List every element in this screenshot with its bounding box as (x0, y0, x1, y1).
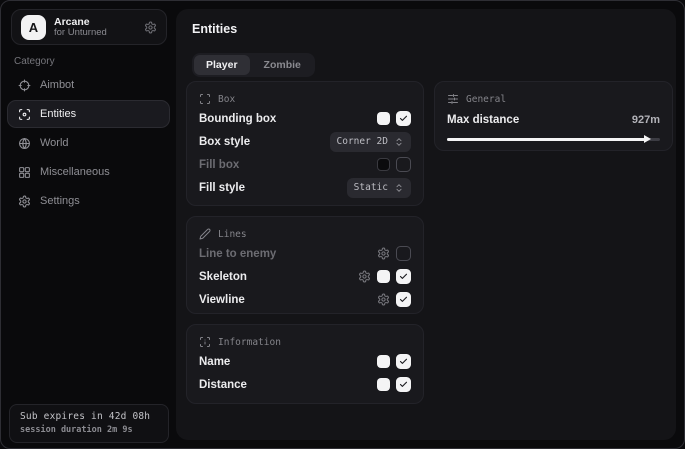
app-window: A Arcane for Unturned Category Aimbot En… (0, 0, 685, 449)
info-scan-icon (199, 336, 211, 348)
brand-settings-button[interactable] (144, 21, 157, 34)
check-icon (399, 357, 408, 366)
session-duration-text: session duration 2m 9s (20, 425, 158, 435)
setting-label: Line to enemy (199, 248, 276, 260)
card-title: Information (218, 337, 281, 348)
sidebar-item-label: Miscellaneous (40, 166, 110, 178)
sliders-icon (447, 93, 459, 105)
sidebar-item-label: Entities (40, 108, 76, 120)
sub-expiry-text: Sub expires in 42d 08h (20, 411, 158, 422)
setting-row: Viewline (199, 288, 411, 311)
checkbox[interactable] (396, 246, 411, 261)
fill-style-dropdown[interactable]: Static (347, 178, 411, 198)
chevrons-up-down-icon (394, 183, 404, 193)
sidebar-nav: Aimbot Entities World Miscellaneous Sett… (7, 71, 170, 215)
setting-label: Fill box (199, 159, 239, 171)
gear-icon (18, 195, 31, 208)
sidebar-item-settings[interactable]: Settings (7, 187, 170, 215)
gear-icon (144, 21, 157, 34)
sidebar-item-label: Aimbot (40, 79, 74, 91)
checkbox[interactable] (396, 157, 411, 172)
sidebar-item-label: World (40, 137, 69, 149)
setting-row: Fill box (199, 153, 411, 176)
pencil-icon (199, 228, 211, 240)
setting-label: Skeleton (199, 271, 247, 283)
sidebar-item-entities[interactable]: Entities (7, 100, 170, 128)
sidebar-item-label: Settings (40, 195, 80, 207)
brand-card: A Arcane for Unturned (11, 9, 167, 45)
checkbox[interactable] (396, 292, 411, 307)
checkbox[interactable] (396, 111, 411, 126)
lines-card: Lines Line to enemy Skeleton Viewline (186, 216, 424, 314)
page-title: Entities (192, 22, 237, 36)
row-settings-button[interactable] (377, 247, 390, 260)
sidebar: A Arcane for Unturned Category Aimbot En… (1, 1, 176, 448)
setting-label: Name (199, 356, 230, 368)
gear-icon (377, 293, 390, 306)
setting-label: Fill style (199, 182, 245, 194)
card-title: General (466, 94, 506, 105)
setting-row: Line to enemy (199, 242, 411, 265)
checkbox[interactable] (396, 269, 411, 284)
row-settings-button[interactable] (377, 293, 390, 306)
sidebar-item-aimbot[interactable]: Aimbot (7, 71, 170, 99)
box-scan-icon (199, 93, 211, 105)
color-swatch[interactable] (377, 158, 390, 171)
check-icon (399, 295, 408, 304)
check-icon (399, 272, 408, 281)
setting-label: Box style (199, 136, 250, 148)
color-swatch[interactable] (377, 270, 390, 283)
chevrons-up-down-icon (394, 137, 404, 147)
entity-type-tabs: Player Zombie (192, 53, 315, 77)
globe-icon (18, 137, 31, 150)
brand-name: Arcane (54, 16, 136, 28)
checkbox[interactable] (396, 377, 411, 392)
general-card: General Max distance 927m (434, 81, 673, 151)
entities-icon (18, 108, 31, 121)
setting-row: Skeleton (199, 265, 411, 288)
box-card: Box Bounding box Box style Corner 2D (186, 81, 424, 206)
checkbox[interactable] (396, 354, 411, 369)
max-distance-label: Max distance (447, 114, 519, 126)
color-swatch[interactable] (377, 355, 390, 368)
dropdown-value: Corner 2D (337, 136, 388, 147)
sidebar-item-miscellaneous[interactable]: Miscellaneous (7, 158, 170, 186)
grid-icon (18, 166, 31, 179)
setting-row: Box style Corner 2D (199, 130, 411, 153)
slider-fill-and-thumb[interactable] (447, 138, 645, 141)
tab-zombie[interactable]: Zombie (252, 55, 313, 75)
check-icon (399, 114, 408, 123)
check-icon (399, 380, 408, 389)
brand-logo: A (21, 15, 46, 40)
setting-row: Bounding box (199, 107, 411, 130)
setting-row: Fill style Static (199, 176, 411, 199)
brand-subtitle: for Unturned (54, 28, 136, 39)
sidebar-item-world[interactable]: World (7, 129, 170, 157)
main-panel: Entities Player Zombie Box Bounding box … (176, 9, 676, 440)
max-distance-slider[interactable] (447, 134, 660, 144)
setting-label: Viewline (199, 294, 245, 306)
category-label: Category (14, 56, 55, 67)
row-settings-button[interactable] (358, 270, 371, 283)
setting-label: Bounding box (199, 113, 276, 125)
setting-row: Distance (199, 373, 411, 396)
subscription-info-card: Sub expires in 42d 08h session duration … (9, 404, 169, 443)
card-title: Lines (218, 229, 247, 240)
setting-row: Name (199, 350, 411, 373)
crosshair-icon (18, 79, 31, 92)
setting-label: Distance (199, 379, 247, 391)
dropdown-value: Static (354, 182, 388, 193)
color-swatch[interactable] (377, 378, 390, 391)
card-title: Box (218, 94, 235, 105)
max-distance-value: 927m (632, 114, 660, 126)
color-swatch[interactable] (377, 112, 390, 125)
box-style-dropdown[interactable]: Corner 2D (330, 132, 411, 152)
information-card: Information Name Distance (186, 324, 424, 404)
tab-player[interactable]: Player (194, 55, 250, 75)
gear-icon (358, 270, 371, 283)
gear-icon (377, 247, 390, 260)
